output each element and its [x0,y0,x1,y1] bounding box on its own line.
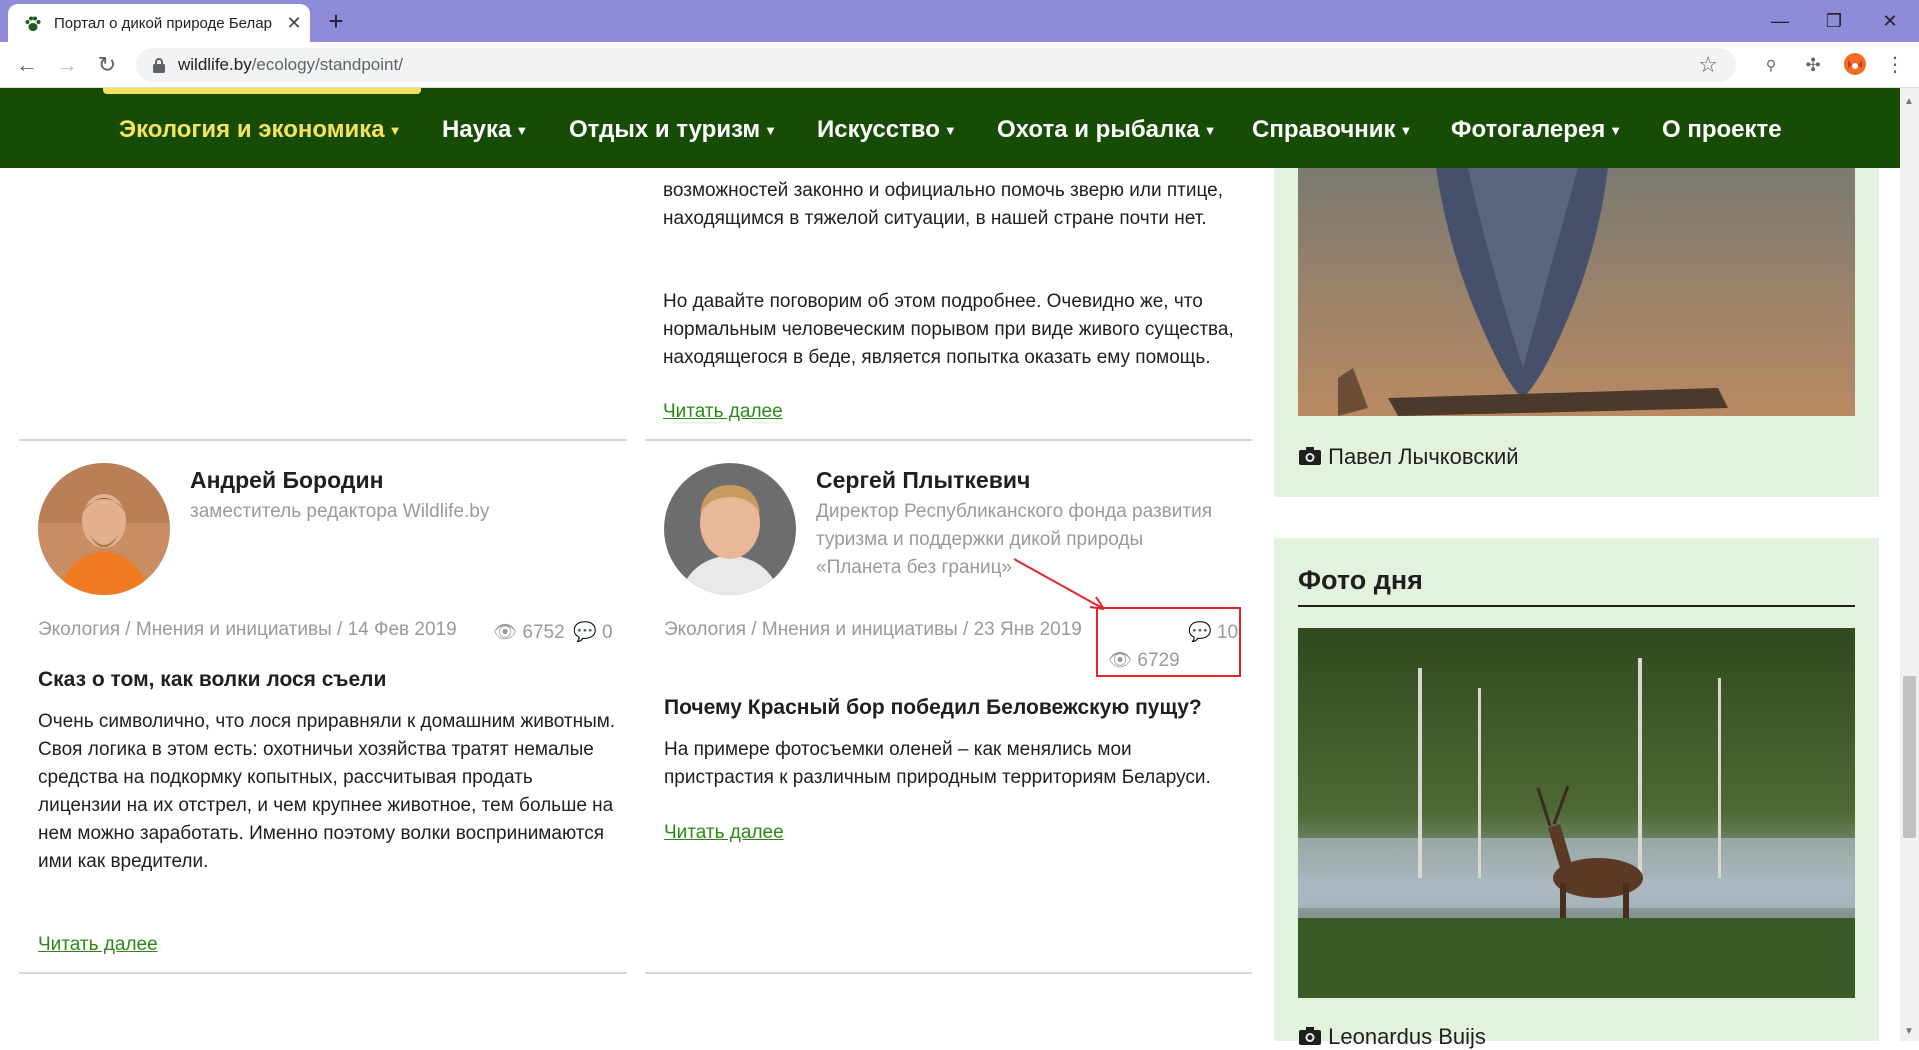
nav-active-indicator [103,88,421,94]
caret-down-icon: ▼ [515,123,529,139]
author-name[interactable]: Сергей Плыткевич [816,467,1030,494]
article-excerpt: На примере фотосъемки оленей – как менял… [664,739,1211,788]
photo-author: Павел Лычковский [1328,444,1519,469]
nav-item-label: Справочник [1252,116,1396,143]
nav-item-ecology[interactable]: Экология и экономика ▼ [119,116,401,144]
scroll-up-arrow-icon[interactable]: ▲ [1904,96,1914,107]
url-path: /ecology/standpoint/ [251,55,403,74]
caret-down-icon: ▼ [1609,123,1623,139]
nav-item-label: Экология и экономика [119,116,385,143]
search-icon[interactable]: ⚲ [1758,52,1784,78]
comment-icon: 💬 [573,622,597,643]
top-article-text-1: возможностей законно и официально помочь… [663,180,1223,229]
reload-button[interactable]: ↻ [92,50,122,80]
nav-item-label: Отдых и туризм [569,116,761,143]
divider [19,972,627,974]
annotation-arrow [1013,558,1105,610]
nav-item-reference[interactable]: Справочник ▼ [1252,116,1412,144]
article-title[interactable]: Сказ о том, как волки лося съели [38,668,386,692]
nav-item-label: Охота и рыбалка [997,116,1200,143]
page-scrollbar[interactable] [1900,88,1919,1041]
bird-photo[interactable] [1298,168,1855,416]
divider [645,439,1252,441]
forward-button[interactable]: → [52,50,82,80]
article-meta: Экология / Мнения и инициативы / 23 Янв … [664,619,1082,640]
caret-down-icon: ▼ [1203,123,1217,139]
nav-item-label: Фотогалерея [1451,116,1606,143]
tab-title: Портал о дикой природе Белар [54,15,272,32]
extensions-icon[interactable]: ✣ [1800,52,1826,78]
author-photo [664,463,796,595]
scroll-down-arrow-icon[interactable]: ▼ [1904,1026,1914,1037]
divider [19,439,627,441]
url-text: wildlife.by/ecology/standpoint/ [178,55,403,75]
comments-count: 0 [601,622,613,643]
bird-image [1298,168,1855,416]
photo-caption: Павел Лычковский [1298,444,1519,470]
article-excerpt: Очень символично, что лося приравняли к … [38,711,616,872]
eye-icon: 👁 [493,622,518,643]
back-button[interactable]: ← [12,50,42,80]
url-domain: wildlife.by [178,55,252,74]
nav-item-label: Наука [442,116,512,143]
annotation-highlight-box [1096,607,1241,677]
views-counter: 👁 6752 [493,620,565,644]
widget-title: Фото дня [1298,565,1423,595]
photo-of-the-day[interactable] [1298,628,1855,998]
browser-toolbar: ← → ↻ wildlife.by/ecology/standpoint/ ☆ … [0,42,1919,88]
top-article-text-2: Но давайте поговорим об этом подробнее. … [663,291,1234,368]
views-count: 6752 [522,622,565,643]
restore-button[interactable]: ❐ [1814,6,1854,36]
author-avatar[interactable] [38,463,170,595]
photo-caption: Leonardus Buijs [1298,1024,1486,1050]
nav-item-hunting[interactable]: Охота и рыбалка ▼ [997,116,1216,144]
article-meta: Экология / Мнения и инициативы / 14 Фев … [38,619,457,640]
camera-icon [1298,1024,1328,1049]
author-photo [38,463,170,595]
read-more-link[interactable]: Читать далее [38,934,158,956]
fox-icon [1844,53,1866,75]
close-tab-icon[interactable]: ✕ [284,13,304,33]
minimize-button[interactable]: — [1760,6,1800,36]
nav-item-about[interactable]: О проекте [1662,116,1782,144]
nav-item-label: Искусство [817,116,940,143]
profile-avatar-icon[interactable] [1842,52,1868,78]
author-name[interactable]: Андрей Бородин [190,467,383,494]
article-title[interactable]: Почему Красный бор победил Беловежскую п… [664,696,1202,720]
nav-item-art[interactable]: Искусство ▼ [817,116,957,144]
paw-icon [25,16,41,31]
caret-down-icon: ▼ [764,123,778,139]
lock-icon [153,58,165,73]
address-bar[interactable]: wildlife.by/ecology/standpoint/ ☆ [136,48,1736,82]
author-avatar[interactable] [664,463,796,595]
nav-item-tourism[interactable]: Отдых и туризм ▼ [569,116,777,144]
close-window-button[interactable]: ✕ [1870,6,1910,36]
caret-down-icon: ▼ [943,123,957,139]
menu-kebab-icon[interactable]: ⋮ [1882,52,1908,78]
browser-tab[interactable]: Портал о дикой природе Белар ✕ [8,4,310,42]
photo-author: Leonardus Buijs [1328,1024,1486,1049]
camera-icon [1298,444,1328,469]
new-tab-button[interactable]: + [322,8,350,36]
browser-titlebar: Портал о дикой природе Белар ✕ + — ❐ ✕ [0,0,1919,42]
read-more-link[interactable]: Читать далее [664,822,784,844]
comments-counter[interactable]: 💬 0 [573,620,613,644]
caret-down-icon: ▼ [1399,123,1413,139]
widget-title-underline [1298,605,1855,607]
nav-item-label: О проекте [1662,116,1782,143]
bookmark-star-icon[interactable]: ☆ [1698,52,1718,78]
nav-item-science[interactable]: Наука ▼ [442,116,528,144]
read-more-link[interactable]: Читать далее [663,401,783,423]
nav-item-gallery[interactable]: Фотогалерея ▼ [1451,116,1622,144]
caret-down-icon: ▼ [388,123,402,139]
author-role: заместитель редактора Wildlife.by [190,501,490,522]
deer-image [1298,628,1855,998]
scrollbar-thumb[interactable] [1903,676,1916,838]
divider [645,972,1252,974]
